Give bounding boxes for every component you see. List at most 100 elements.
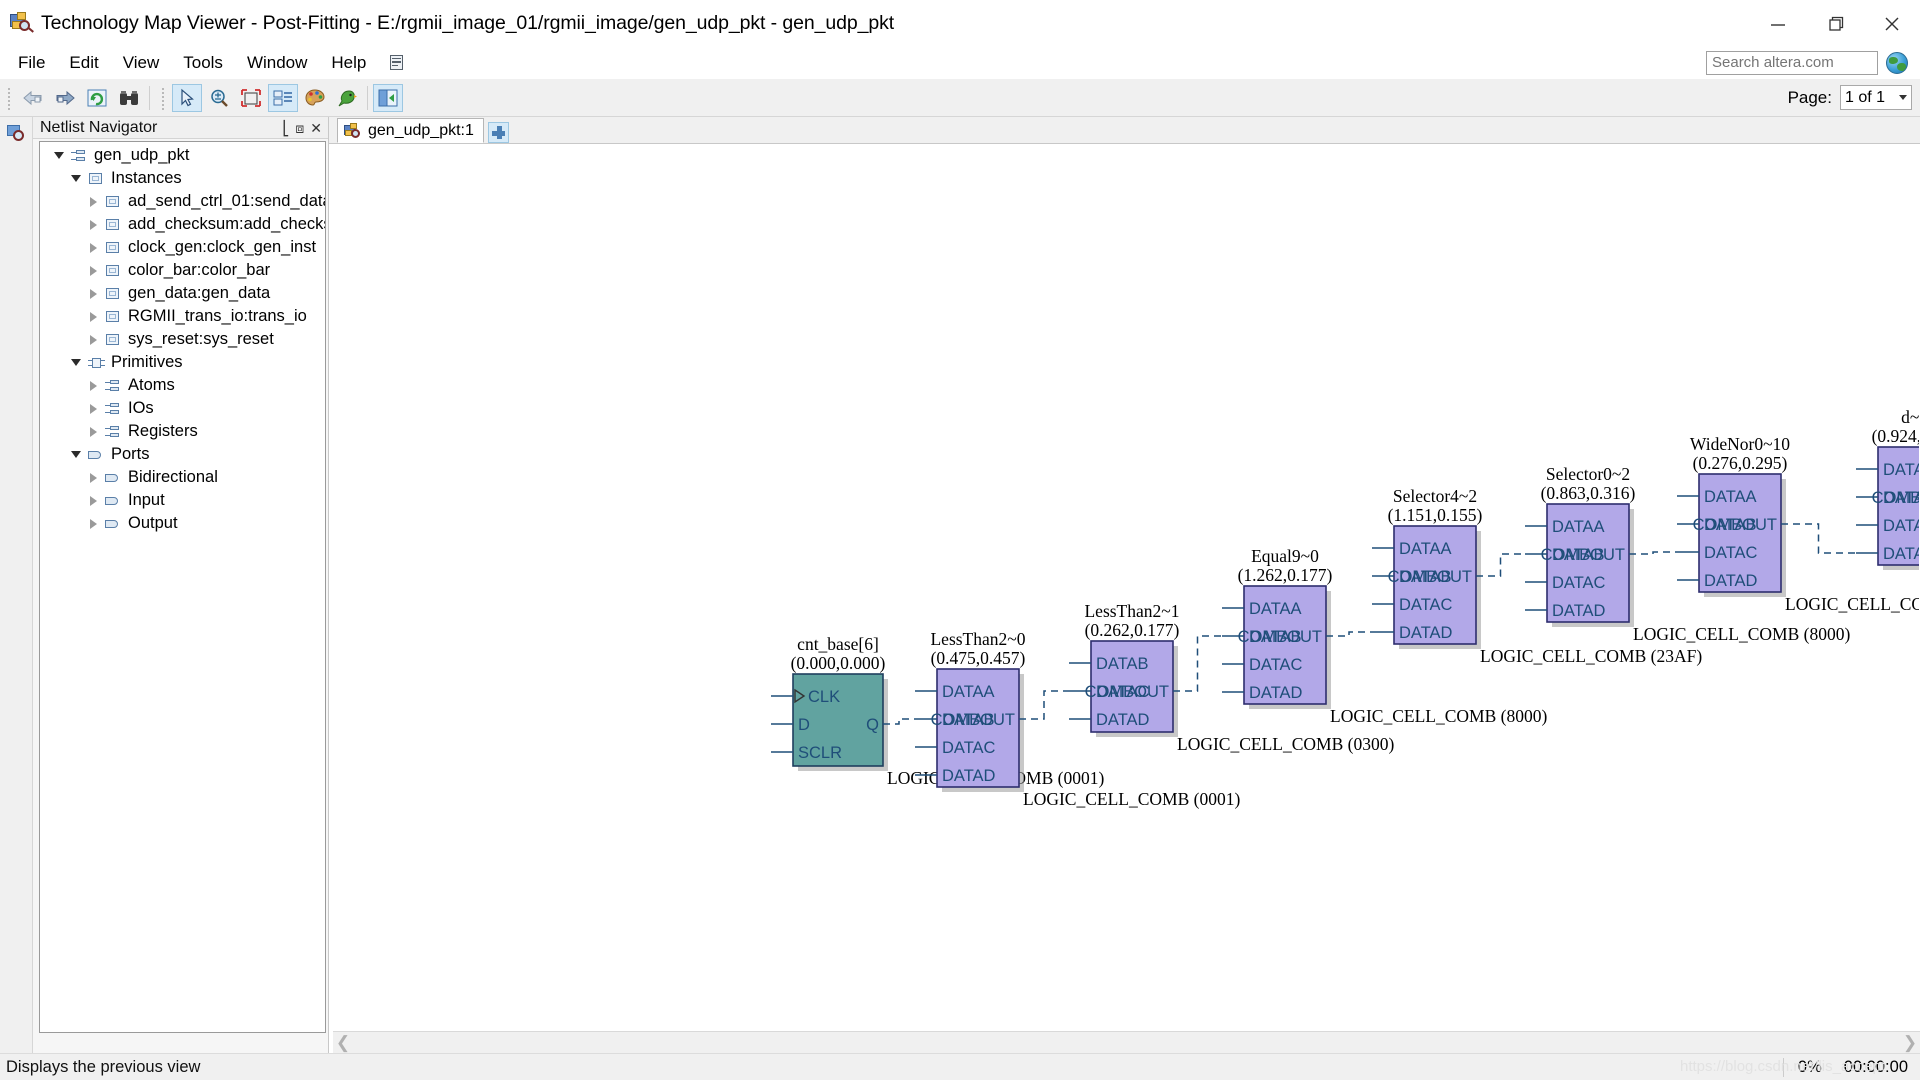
schematic-node-selector0_2[interactable]: Selector0~2(0.863,0.316)DATAADATABDATACD…	[1525, 464, 1850, 644]
chevron-down-icon[interactable]	[48, 152, 70, 159]
select-pointer-icon[interactable]	[172, 84, 202, 112]
float-icon[interactable]: ⧈	[295, 121, 304, 135]
chevron-right-icon[interactable]	[82, 519, 104, 529]
close-icon[interactable]: ✕	[310, 121, 322, 135]
schematic-node-equal9_0[interactable]: Equal9~0(1.262,0.177)DATAADATABDATACDATA…	[1222, 546, 1547, 726]
split-window-icon[interactable]	[373, 84, 403, 112]
pin-icon[interactable]: ⎣	[282, 121, 289, 135]
pin-label-COMBOUT: COMBOUT	[1388, 568, 1472, 586]
chevron-right-icon[interactable]	[82, 404, 104, 414]
find-binoculars-icon[interactable]	[114, 84, 144, 112]
chevron-down-icon[interactable]	[65, 175, 87, 182]
menu-help[interactable]: Help	[319, 47, 378, 79]
technology-map-viewer-icon	[344, 123, 361, 138]
node-name: Selector0~2	[1546, 464, 1630, 484]
chevron-right-icon[interactable]	[82, 243, 104, 253]
bird-parrot-icon[interactable]	[332, 84, 362, 112]
chevron-right-icon[interactable]	[82, 312, 104, 322]
toolbar: Page: 1 of 1	[0, 79, 1920, 117]
netlist-tree[interactable]: gen_udp_pktInstances ad_send_ctrl_01:send…	[39, 141, 326, 1033]
tree-item-registers[interactable]: Registers	[40, 420, 325, 443]
chevron-down-icon[interactable]	[65, 451, 87, 458]
tree-item-rgmii-trans-io-trans-io[interactable]: RGMII_trans_io:trans_io	[40, 305, 325, 328]
pin-label-DATAA: DATAA	[1249, 600, 1302, 618]
menu-edit[interactable]: Edit	[57, 47, 110, 79]
tree-item-atoms[interactable]: Atoms	[40, 374, 325, 397]
hierarchy-list-icon[interactable]	[268, 84, 298, 112]
menu-window[interactable]: Window	[235, 47, 319, 79]
chevron-right-icon[interactable]: ❯	[1900, 1034, 1920, 1051]
toolbar-grip[interactable]	[5, 86, 14, 110]
chevron-right-icon[interactable]	[82, 289, 104, 299]
chevron-right-icon[interactable]	[82, 335, 104, 345]
tab-gen-udp-pkt[interactable]: gen_udp_pkt:1	[337, 118, 484, 143]
note-icon[interactable]	[388, 54, 406, 72]
instance-icon	[104, 310, 122, 324]
chevron-right-icon[interactable]	[82, 220, 104, 230]
color-palette-icon[interactable]	[300, 84, 330, 112]
tree-item-gen-udp-pkt[interactable]: gen_udp_pkt	[40, 144, 325, 167]
back-arrow-icon[interactable]	[18, 84, 48, 112]
schematic-svg: cnt_base[6](0.000,0.000)CLKDSCLRQLOGIC_C…	[329, 144, 1919, 1053]
toolbar-grip-2[interactable]	[159, 86, 168, 110]
node-coords: (1.262,0.177)	[1238, 565, 1333, 585]
page-select[interactable]: 1 of 1	[1840, 85, 1912, 110]
tree-item-label: gen_data:gen_data	[128, 284, 270, 303]
close-button[interactable]	[1863, 0, 1920, 47]
search-input[interactable]	[1706, 51, 1878, 75]
pin-label-COMBOUT: COMBOUT	[1541, 546, 1625, 564]
pin-label-DATAA: DATAA	[1704, 488, 1757, 506]
tree-item-ad-send-ctrl-01-send-data-add-crc[interactable]: ad_send_ctrl_01:send_data_add_crc	[40, 190, 325, 213]
refresh-icon[interactable]	[82, 84, 112, 112]
pin-label-DATAD: DATAD	[1399, 624, 1453, 642]
chevron-right-icon[interactable]	[82, 381, 104, 391]
schematic-node-lessthan2_1[interactable]: LessThan2~1(0.262,0.177)DATABDATACDATADC…	[1069, 601, 1394, 754]
chevron-right-icon[interactable]	[82, 473, 104, 483]
minimize-button[interactable]	[1749, 0, 1806, 47]
tree-item-input[interactable]: Input	[40, 489, 325, 512]
net-selector4-2-to-selector0-2	[1476, 554, 1525, 576]
menu-view[interactable]: View	[111, 47, 172, 79]
tree-item-label: RGMII_trans_io:trans_io	[128, 307, 307, 326]
chevron-right-icon[interactable]	[82, 197, 104, 207]
tree-item-ports[interactable]: Ports	[40, 443, 325, 466]
tree-item-label: ad_send_ctrl_01:send_data_add_crc	[128, 192, 326, 211]
pin-label-DATAA: DATAA	[1399, 540, 1452, 558]
horizontal-scrollbar[interactable]: ❮ ❯	[333, 1031, 1920, 1053]
chevron-left-icon[interactable]: ❮	[333, 1034, 353, 1051]
tree-item-gen-data-gen-data[interactable]: gen_data:gen_data	[40, 282, 325, 305]
fit-in-window-icon[interactable]	[236, 84, 266, 112]
tree-item-bidirectional[interactable]: Bidirectional	[40, 466, 325, 489]
globe-icon[interactable]	[1886, 52, 1908, 74]
toolbar-separator-2	[367, 86, 368, 110]
menu-tools[interactable]: Tools	[171, 47, 235, 79]
window-controls	[1749, 0, 1920, 46]
tree-item-color-bar-color-bar[interactable]: color_bar:color_bar	[40, 259, 325, 282]
maximize-restore-button[interactable]	[1806, 0, 1863, 47]
chevron-right-icon[interactable]	[82, 266, 104, 276]
forward-arrow-icon[interactable]	[50, 84, 80, 112]
tree-item-clock-gen-clock-gen-inst[interactable]: clock_gen:clock_gen_inst	[40, 236, 325, 259]
registers-icon	[104, 425, 122, 439]
menu-file[interactable]: File	[6, 47, 57, 79]
tree-item-ios[interactable]: IOs	[40, 397, 325, 420]
tree-item-label: IOs	[128, 399, 154, 418]
node-name: Selector4~2	[1393, 486, 1477, 506]
node-coords: (0.475,0.457)	[931, 648, 1026, 668]
tree-item-sys-reset-sys-reset[interactable]: sys_reset:sys_reset	[40, 328, 325, 351]
chevron-down-icon[interactable]	[65, 359, 87, 366]
chevron-right-icon[interactable]	[82, 496, 104, 506]
toolbar-separator	[149, 86, 150, 110]
tree-item-instances[interactable]: Instances	[40, 167, 325, 190]
schematic-node-d_17[interactable]: d~17(0.924,0.155)DATAADATABDATACDATADCOM…	[1856, 407, 1919, 587]
schematic-view[interactable]: cnt_base[6](0.000,0.000)CLKDSCLRQLOGIC_C…	[329, 144, 1920, 1053]
window-title: Technology Map Viewer - Post-Fitting - E…	[41, 12, 894, 35]
chevron-right-icon[interactable]	[82, 427, 104, 437]
pin-label-Q: Q	[866, 716, 879, 734]
netlist-navigator-dock-icon[interactable]	[7, 125, 25, 141]
zoom-magnifier-icon[interactable]	[204, 84, 234, 112]
tree-item-output[interactable]: Output	[40, 512, 325, 535]
add-tab-icon[interactable]	[488, 122, 509, 143]
tree-item-add-checksum-add-checksum[interactable]: add_checksum:add_checksum	[40, 213, 325, 236]
tree-item-primitives[interactable]: Primitives	[40, 351, 325, 374]
